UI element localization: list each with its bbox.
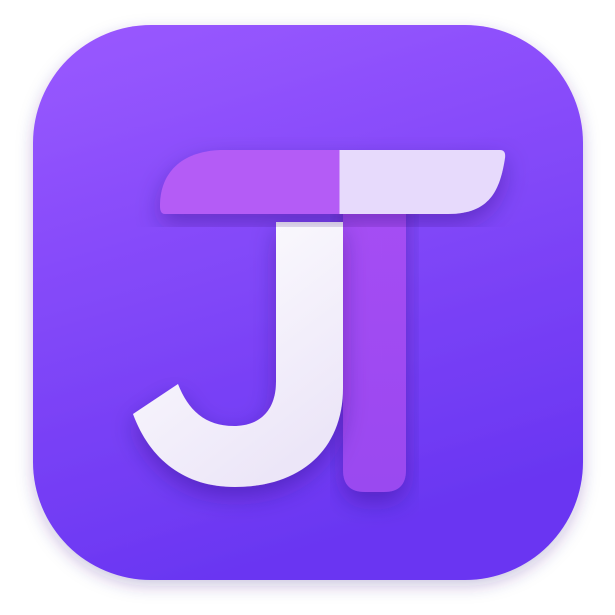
t-crossbar-shape bbox=[160, 150, 506, 214]
jt-monogram-icon bbox=[33, 25, 583, 580]
t-stem-shape bbox=[343, 185, 406, 492]
app-icon bbox=[0, 0, 615, 615]
canvas bbox=[0, 0, 615, 615]
